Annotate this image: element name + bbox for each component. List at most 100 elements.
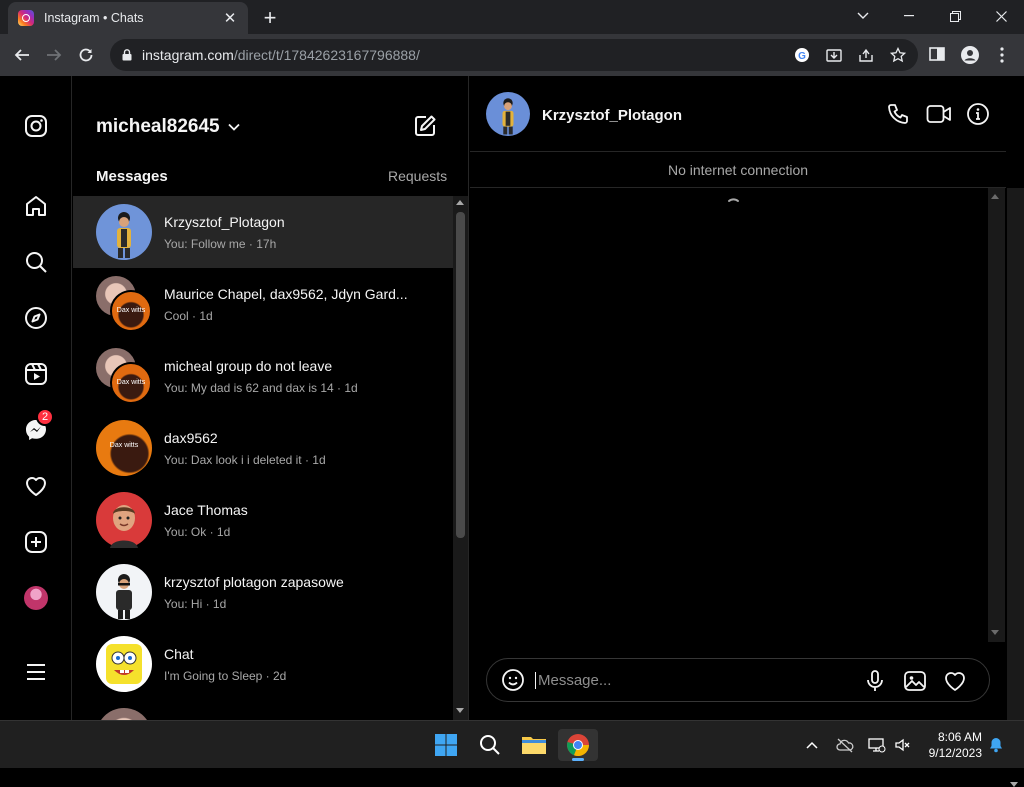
requests-link[interactable]: Requests [388, 168, 447, 184]
install-app-icon[interactable] [826, 47, 842, 63]
tab-title: Instagram • Chats [44, 11, 144, 25]
thread-item[interactable]: Dax witts dax9562 You: Dax look i i dele… [73, 412, 453, 484]
close-window-button[interactable] [978, 0, 1024, 32]
thread-avatar [96, 204, 152, 260]
thread-name: Chat [164, 645, 194, 662]
taskbar-search-icon[interactable] [470, 729, 510, 761]
page-scrollbar[interactable] [1007, 188, 1024, 787]
messenger-icon[interactable]: 2 [22, 408, 54, 444]
avatar-overlay-text: Dax witts [116, 307, 146, 314]
reload-icon[interactable] [74, 43, 98, 67]
like-heart-icon[interactable] [943, 669, 967, 693]
emoji-picker-icon[interactable] [501, 668, 525, 692]
thread-item-partial[interactable] [73, 700, 453, 720]
address-bar[interactable]: instagram.com/direct/t/17842623167796888… [110, 39, 918, 71]
new-tab-button[interactable]: + [258, 5, 282, 31]
group-avatar-front: Dax witts [110, 362, 152, 404]
audio-call-phone-icon[interactable] [886, 102, 912, 128]
back-arrow-icon[interactable] [10, 43, 34, 67]
more-menu-icon[interactable] [22, 658, 50, 686]
instagram-nav-rail: 2 [0, 76, 72, 720]
scroll-down-arrow-icon[interactable] [991, 630, 999, 635]
notification-bell-icon[interactable] [988, 737, 1004, 753]
forward-arrow-icon[interactable] [42, 43, 66, 67]
thread-preview: Cool · 1d [164, 308, 213, 323]
loading-spinner-icon [726, 198, 742, 214]
message-input[interactable] [535, 671, 855, 689]
message-area-scrollbar[interactable] [988, 188, 1005, 642]
create-plus-icon[interactable] [22, 528, 50, 556]
profile-avatar-image [24, 586, 48, 610]
show-hidden-icons-chevron-up-icon[interactable] [804, 737, 820, 753]
group-thread-avatar: Dax witts [96, 348, 152, 404]
new-message-compose-icon[interactable] [413, 114, 437, 138]
thread-preview: You: Ok · 1d [164, 524, 231, 539]
volume-muted-speaker-icon[interactable] [894, 737, 910, 753]
instagram-favicon-icon [18, 10, 34, 26]
thread-item[interactable]: Chat I'm Going to Sleep · 2d [73, 628, 453, 700]
restore-button[interactable] [932, 0, 978, 32]
svg-text:G: G [798, 51, 806, 62]
thread-avatar [96, 636, 152, 692]
account-username: micheal82645 [96, 116, 220, 137]
avatar-overlay-text: Dax witts [116, 379, 146, 386]
thread-name: Krzysztof_Plotagon [164, 213, 285, 230]
browser-toolbar: instagram.com/direct/t/17842623167796888… [0, 34, 1024, 76]
system-clock[interactable]: 8:06 AM 9/12/2023 [920, 729, 982, 761]
network-monitor-icon[interactable] [868, 737, 886, 753]
chat-avatar[interactable] [486, 92, 530, 136]
thread-preview: You: My dad is 62 and dax is 14 · 1d [164, 380, 358, 395]
share-icon[interactable] [858, 47, 874, 63]
thread-preview: You: Dax look i i deleted it · 1d [164, 452, 326, 467]
scrollbar-thumb[interactable] [456, 212, 465, 538]
conversation-info-icon[interactable] [966, 102, 992, 128]
tab-search-icon[interactable] [840, 0, 886, 32]
video-call-icon[interactable] [926, 102, 952, 128]
thread-item[interactable]: Jace Thomas You: Ok · 1d [73, 484, 453, 556]
account-switcher[interactable]: micheal82645 [96, 116, 240, 138]
thread-name: krzysztof plotagon zapasowe [164, 573, 344, 590]
thread-list: Krzysztof_Plotagon You: Follow me · 17h … [73, 196, 453, 720]
notifications-heart-icon[interactable] [22, 472, 50, 500]
search-icon[interactable] [22, 248, 50, 276]
clock-date: 9/12/2023 [928, 746, 982, 760]
minimize-button[interactable] [886, 0, 932, 32]
side-panel-icon[interactable] [929, 46, 947, 64]
reels-icon[interactable] [22, 360, 50, 388]
scroll-up-arrow-icon[interactable] [456, 200, 464, 205]
thread-item[interactable]: krzysztof plotagon zapasowe You: Hi · 1d [73, 556, 453, 628]
thread-avatar [96, 708, 152, 720]
kebab-menu-icon[interactable] [993, 46, 1011, 64]
scroll-up-arrow-icon[interactable] [991, 194, 999, 199]
onedrive-cloud-icon[interactable] [836, 737, 854, 753]
thread-list-scrollbar[interactable] [453, 196, 468, 720]
browser-tab[interactable]: Instagram • Chats ✕ [8, 2, 248, 34]
chrome-taskbar-icon[interactable] [558, 729, 598, 761]
thread-item[interactable]: Krzysztof_Plotagon You: Follow me · 17h [73, 196, 453, 268]
profile-avatar[interactable] [22, 584, 50, 612]
bookmark-star-icon[interactable] [890, 47, 906, 63]
close-tab-icon[interactable]: ✕ [222, 9, 238, 27]
windows-taskbar: 8:06 AM 9/12/2023 [0, 720, 1024, 768]
chat-contact-name[interactable]: Krzysztof_Plotagon [542, 107, 682, 124]
chat-header: Krzysztof_Plotagon [470, 76, 1006, 152]
file-explorer-folder-icon[interactable] [514, 729, 554, 761]
thread-item[interactable]: Dax witts micheal group do not leave You… [73, 340, 453, 412]
chevron-down-icon [227, 123, 240, 131]
google-lens-icon[interactable]: G [794, 47, 810, 63]
add-photo-image-icon[interactable] [903, 669, 927, 693]
lock-icon [122, 49, 132, 61]
conversation-list-panel: micheal82645 Messages Requests Krzysztof… [73, 76, 469, 720]
home-icon[interactable] [22, 192, 50, 220]
avatar-overlay-text: Dax witts [109, 442, 139, 449]
profile-icon[interactable] [961, 46, 979, 64]
thread-avatar [96, 492, 152, 548]
scroll-down-arrow-icon[interactable] [456, 708, 464, 713]
instagram-logo-icon[interactable] [22, 112, 50, 140]
explore-compass-icon[interactable] [22, 304, 50, 332]
thread-name: Maurice Chapel, dax9562, Jdyn Gard... [164, 285, 408, 302]
thread-item[interactable]: Dax witts Maurice Chapel, dax9562, Jdyn … [73, 268, 453, 340]
windows-start-icon[interactable] [426, 729, 466, 761]
voice-message-microphone-icon[interactable] [863, 669, 887, 693]
scroll-down-arrow-icon[interactable] [1010, 782, 1018, 787]
